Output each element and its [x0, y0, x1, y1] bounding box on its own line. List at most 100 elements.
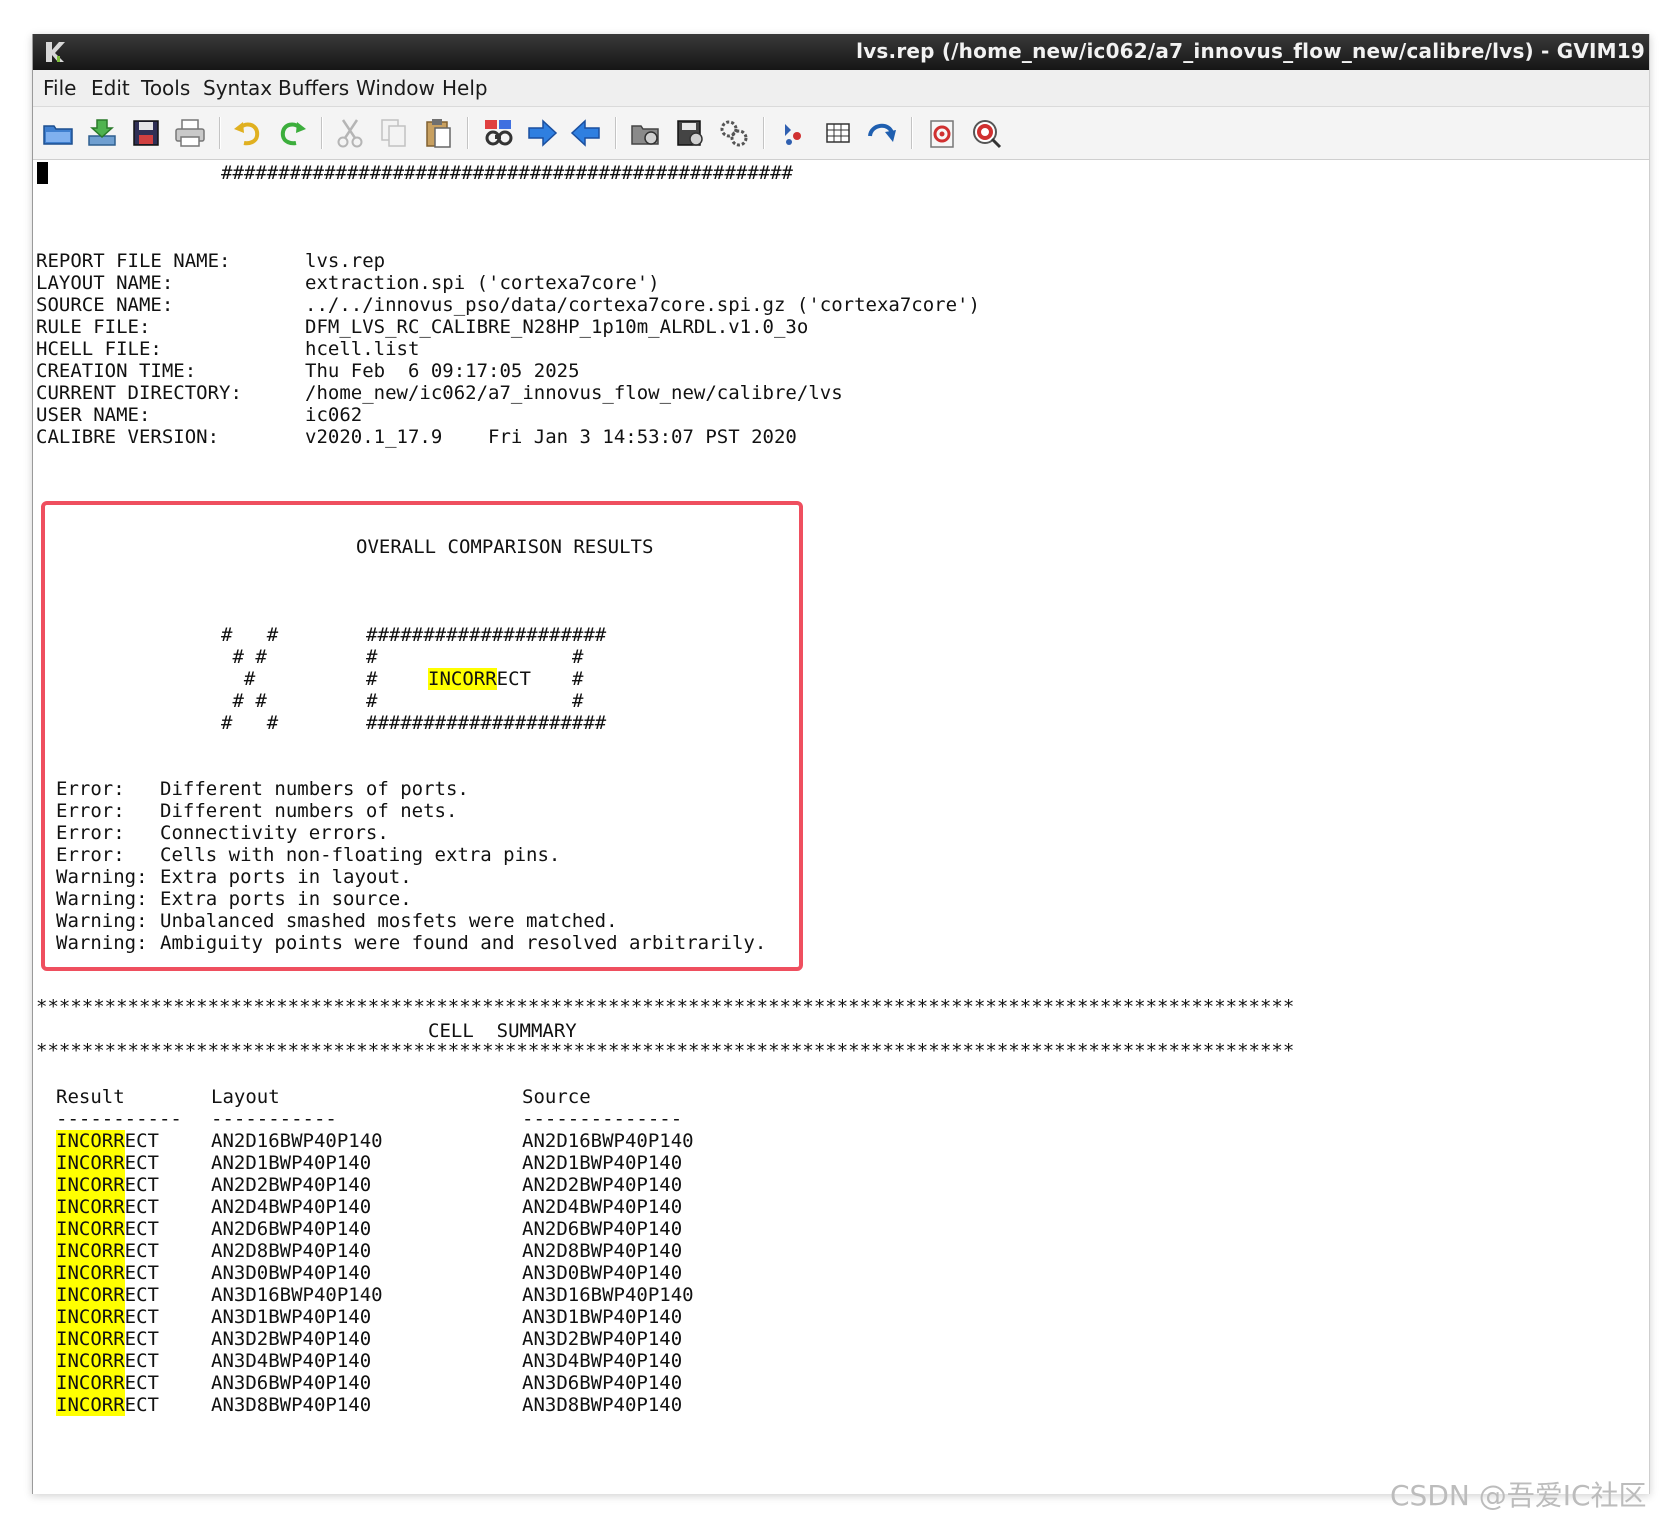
column-dash-layout: -----------: [211, 1108, 337, 1130]
menu-buffers[interactable]: Buffers: [278, 76, 349, 100]
toolbar-separator: [763, 117, 765, 149]
save-icon[interactable]: [129, 116, 163, 150]
row-layout: AN2D8BWP40P140: [211, 1240, 372, 1262]
menu-syntax[interactable]: Syntax: [203, 76, 272, 100]
load-session-icon[interactable]: [629, 116, 663, 150]
menu-file[interactable]: File: [43, 76, 76, 100]
cell-summary-title: CELL SUMMARY: [428, 1020, 577, 1042]
copy-icon[interactable]: [377, 116, 411, 150]
search-highlight: INCORR: [56, 1328, 125, 1350]
overall-result-word: INCORRECT: [428, 668, 531, 690]
jump-tag-icon[interactable]: [865, 116, 899, 150]
row-result-rest: ECT: [124, 1328, 159, 1350]
menu-window[interactable]: Window: [356, 76, 435, 100]
row-result: INCORRECT: [56, 1240, 159, 1262]
banner-line: ########################################…: [221, 162, 793, 184]
search-highlight: INCORR: [428, 668, 497, 690]
vim-app-icon[interactable]: [42, 39, 68, 65]
undo-icon[interactable]: [231, 116, 265, 150]
run-script-icon[interactable]: [717, 116, 751, 150]
row-result-rest: ECT: [124, 1240, 159, 1262]
find-next-icon[interactable]: [525, 116, 559, 150]
row-source: AN3D6BWP40P140: [522, 1372, 683, 1394]
x-art-line: # #: [221, 646, 267, 668]
menu-tools[interactable]: Tools: [141, 76, 190, 100]
row-layout: AN3D16BWP40P140: [211, 1284, 383, 1306]
message-text: Connectivity errors.: [160, 822, 389, 844]
message-text: Unbalanced smashed mosfets were matched.: [160, 910, 618, 932]
field-label-rule-file: RULE FILE:: [36, 316, 151, 338]
result-box-side-left: #: [366, 668, 378, 690]
row-layout: AN3D4BWP40P140: [211, 1350, 372, 1372]
row-layout: AN3D0BWP40P140: [211, 1262, 372, 1284]
row-result: INCORRECT: [56, 1284, 159, 1306]
search-highlight: INCORR: [56, 1262, 125, 1284]
row-source: AN3D8BWP40P140: [522, 1394, 683, 1416]
help-icon[interactable]: [925, 116, 959, 150]
toolbar: [33, 107, 1649, 160]
message-text: Different numbers of nets.: [160, 800, 458, 822]
field-label-calibre-version: CALIBRE VERSION:: [36, 426, 220, 448]
redo-icon[interactable]: [275, 116, 309, 150]
column-dash-result: -----------: [56, 1108, 182, 1130]
field-label-user-name: USER NAME:: [36, 404, 151, 426]
table-icon[interactable]: [821, 116, 855, 150]
field-label-creation-time: CREATION TIME:: [36, 360, 197, 382]
row-result-rest: ECT: [124, 1306, 159, 1328]
toolbar-separator: [219, 117, 221, 149]
result-box-side-right: #: [572, 668, 584, 690]
overall-results-title: OVERALL COMPARISON RESULTS: [356, 536, 654, 558]
field-value-hcell-file: hcell.list: [305, 338, 420, 360]
print-icon[interactable]: [173, 116, 207, 150]
result-box-side-right: #: [572, 690, 584, 712]
watermark: CSDN @吾爱IC社区: [1390, 1479, 1647, 1512]
menu-help[interactable]: Help: [442, 76, 488, 100]
cut-icon[interactable]: [333, 116, 367, 150]
field-value-calibre-version: v2020.1_17.9 Fri Jan 3 14:53:07 PST 2020: [305, 426, 797, 448]
row-result-rest: ECT: [124, 1218, 159, 1240]
row-source: AN2D2BWP40P140: [522, 1174, 683, 1196]
row-result-rest: ECT: [124, 1284, 159, 1306]
message-type: Error:: [56, 822, 125, 844]
find-prev-icon[interactable]: [569, 116, 603, 150]
message-text: Cells with non-floating extra pins.: [160, 844, 561, 866]
column-header-source: Source: [522, 1086, 591, 1108]
save-session-icon[interactable]: [673, 116, 707, 150]
x-art-line: # #: [221, 712, 279, 734]
row-result-rest: ECT: [124, 1262, 159, 1284]
field-value-report-file: lvs.rep: [305, 250, 386, 272]
row-result: INCORRECT: [56, 1328, 159, 1350]
row-result-rest: ECT: [124, 1152, 159, 1174]
message-text: Extra ports in source.: [160, 888, 412, 910]
find-replace-icon[interactable]: [481, 116, 515, 150]
title-bar[interactable]: lvs.rep (/home_new/ic062/a7_innovus_flow…: [33, 34, 1649, 70]
x-art-line: # #: [221, 624, 279, 646]
row-result: INCORRECT: [56, 1174, 159, 1196]
search-highlight: INCORR: [56, 1218, 125, 1240]
row-source: AN2D16BWP40P140: [522, 1130, 694, 1152]
toolbar-separator: [467, 117, 469, 149]
editor-text-area[interactable]: ########################################…: [33, 160, 1649, 1494]
find-help-icon[interactable]: [969, 116, 1003, 150]
toolbar-separator: [911, 117, 913, 149]
paste-icon[interactable]: [421, 116, 455, 150]
field-label-hcell-file: HCELL FILE:: [36, 338, 162, 360]
message-type: Warning:: [56, 932, 148, 954]
search-highlight: INCORR: [56, 1306, 125, 1328]
message-text: Extra ports in layout.: [160, 866, 412, 888]
message-type: Warning:: [56, 910, 148, 932]
search-highlight: INCORR: [56, 1372, 125, 1394]
make-icon[interactable]: [777, 116, 811, 150]
row-result: INCORRECT: [56, 1262, 159, 1284]
row-source: AN3D16BWP40P140: [522, 1284, 694, 1306]
message-text: Ambiguity points were found and resolved…: [160, 932, 767, 954]
search-highlight: INCORR: [56, 1130, 125, 1152]
open-icon[interactable]: [41, 116, 75, 150]
row-source: AN3D1BWP40P140: [522, 1306, 683, 1328]
result-box-side-right: #: [572, 646, 584, 668]
row-layout: AN2D4BWP40P140: [211, 1196, 372, 1218]
save-download-icon[interactable]: [85, 116, 119, 150]
row-source: AN2D6BWP40P140: [522, 1218, 683, 1240]
menu-edit[interactable]: Edit: [91, 76, 130, 100]
field-value-rule-file: DFM_LVS_RC_CALIBRE_N28HP_1p10m_ALRDL.v1.…: [305, 316, 809, 338]
